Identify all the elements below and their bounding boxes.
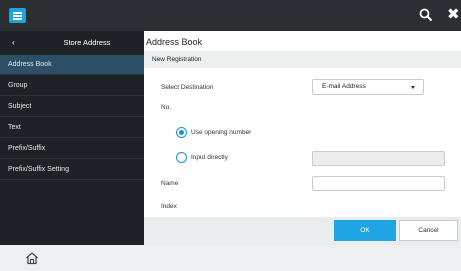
home-icon[interactable]	[25, 251, 39, 265]
sidebar-title: Store Address	[63, 38, 111, 47]
use-opening-number-radio[interactable]	[176, 127, 187, 138]
select-destination-label: Select Destination	[161, 84, 214, 91]
sidebar-item-label: Subject	[8, 103, 32, 110]
use-opening-number-label[interactable]: Use opening number	[191, 129, 251, 136]
sidebar-item-prefix-suffix[interactable]: Prefix/Suffix	[0, 139, 144, 159]
sidebar-item-address-book[interactable]: Address Book	[0, 55, 144, 75]
chevron-down-icon	[411, 86, 415, 89]
sidebar-item-text[interactable]: Text	[0, 118, 144, 138]
sidebar-item-label: Address Book	[8, 61, 52, 68]
hamburger-icon[interactable]	[9, 8, 26, 23]
close-icon[interactable]: ✖	[447, 7, 460, 22]
destination-select[interactable]: E-mail Address	[312, 79, 424, 95]
sidebar-item-label: Group	[8, 82, 28, 89]
sidebar: ‹ Store Address Address Book Group Subje…	[0, 31, 144, 245]
action-bar: OK Cancel	[144, 217, 461, 245]
sidebar-item-prefix-suffix-setting[interactable]: Prefix/Suffix Setting	[0, 160, 144, 180]
sidebar-item-subject[interactable]: Subject	[0, 97, 144, 117]
top-bar: ✖	[0, 0, 461, 31]
sidebar-item-group[interactable]: Group	[0, 76, 144, 96]
number-input	[312, 151, 445, 166]
section-header: New Registration	[144, 51, 461, 68]
main-panel: Address Book New Registration Select Des…	[144, 31, 461, 245]
ok-button[interactable]: OK	[334, 220, 396, 241]
index-label: Index	[161, 203, 177, 210]
sidebar-item-label: Text	[8, 124, 21, 131]
no-label: No.	[161, 104, 172, 111]
search-icon[interactable]	[419, 8, 433, 22]
sidebar-item-label: Prefix/Suffix Setting	[8, 166, 69, 173]
name-label: Name	[161, 180, 179, 187]
destination-select-value: E-mail Address	[322, 83, 366, 90]
cancel-button[interactable]: Cancel	[399, 220, 458, 241]
input-directly-label[interactable]: Input directly	[191, 154, 228, 161]
input-directly-radio[interactable]	[176, 152, 187, 163]
bottom-bar	[0, 245, 461, 271]
page-title: Address Book	[146, 37, 203, 47]
name-input[interactable]	[312, 176, 445, 191]
sidebar-item-label: Prefix/Suffix	[8, 145, 46, 152]
sidebar-header: ‹ Store Address	[0, 31, 144, 55]
